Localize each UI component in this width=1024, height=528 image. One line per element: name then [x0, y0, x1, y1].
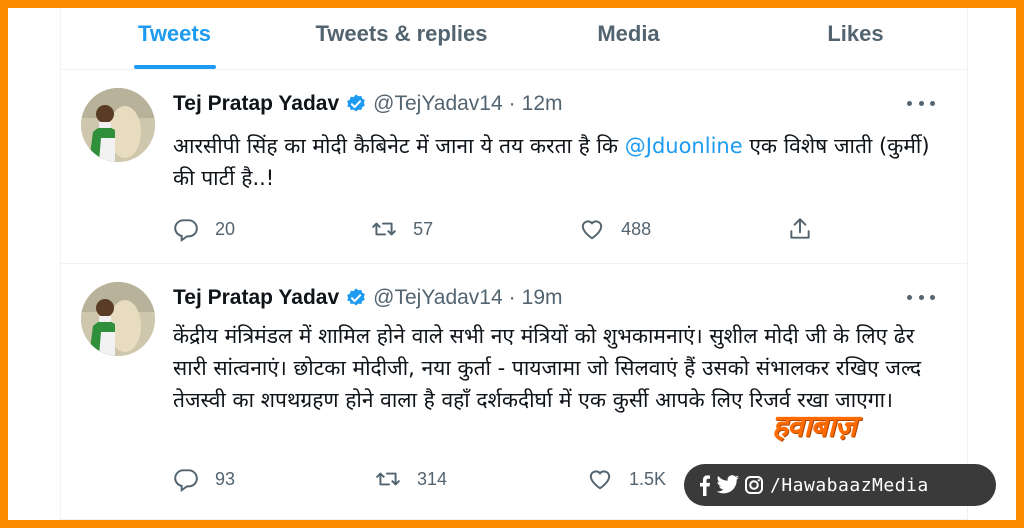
- tweet[interactable]: Tej Pratap Yadav @TejYadav14 · 12m आरसीप…: [61, 78, 969, 264]
- hawabaaz-logo: हवाबाज़: [772, 404, 857, 445]
- social-handle-text: /HawabaazMedia: [770, 474, 929, 496]
- retweet-button[interactable]: 57: [371, 216, 579, 242]
- retweet-icon: [376, 472, 400, 486]
- tab-label: Tweets: [138, 20, 211, 46]
- author-handle[interactable]: @TejYadav14: [373, 92, 503, 116]
- tweet-actions: 20 57 488: [173, 216, 813, 242]
- tab-label: Tweets & replies: [315, 20, 488, 46]
- tab-tweets[interactable]: Tweets: [61, 8, 288, 69]
- reply-icon: [174, 219, 198, 242]
- share-icon: [790, 218, 810, 239]
- tweet-header: Tej Pratap Yadav @TejYadav14 · 19m: [173, 286, 563, 310]
- retweet-count: 57: [413, 218, 434, 239]
- reply-count: 93: [215, 468, 236, 489]
- avatar[interactable]: [81, 282, 155, 356]
- mention-link[interactable]: @Jduonline: [625, 134, 743, 158]
- profile-tabs: Tweets Tweets & replies Media Likes: [61, 8, 969, 70]
- retweet-icon: [372, 222, 396, 236]
- tab-likes[interactable]: Likes: [742, 8, 969, 69]
- retweet-count: 314: [417, 468, 448, 489]
- more-icon[interactable]: [907, 292, 935, 302]
- like-count: 1.5K: [629, 468, 667, 489]
- avatar[interactable]: [81, 88, 155, 162]
- separator-dot: ·: [508, 286, 516, 309]
- reply-button[interactable]: 93: [173, 466, 375, 492]
- like-icon: [581, 220, 603, 240]
- tweet-text: आरसीपी सिंह का मोदी कैबिनेट में जाना ये …: [173, 134, 930, 190]
- share-button[interactable]: [787, 216, 813, 242]
- logo-text: हवाबाज़: [772, 409, 857, 444]
- reply-count: 20: [215, 218, 236, 239]
- author-handle[interactable]: @TejYadav14: [373, 286, 503, 310]
- more-icon[interactable]: [907, 98, 935, 108]
- tweet-text: केंद्रीय मंत्रिमंडल में शामिल होने वाले …: [173, 324, 922, 412]
- tweet-timestamp[interactable]: 19m: [522, 286, 563, 310]
- social-handle-badge: /HawabaazMedia: [684, 464, 996, 506]
- author-name[interactable]: Tej Pratap Yadav: [173, 92, 339, 116]
- tab-label: Likes: [827, 20, 884, 46]
- tweet-header: Tej Pratap Yadav @TejYadav14 · 12m: [173, 92, 563, 116]
- like-icon: [589, 470, 611, 490]
- facebook-icon: [696, 474, 712, 496]
- verified-badge-icon: [347, 288, 365, 306]
- reply-icon: [174, 469, 198, 492]
- tab-tweets-and-replies[interactable]: Tweets & replies: [288, 8, 515, 69]
- instagram-icon: [744, 475, 764, 495]
- like-count: 488: [621, 218, 652, 239]
- tab-media[interactable]: Media: [515, 8, 742, 69]
- tab-label: Media: [597, 20, 660, 46]
- active-tab-indicator: [133, 65, 216, 69]
- tweet-timestamp[interactable]: 12m: [522, 92, 563, 116]
- author-name[interactable]: Tej Pratap Yadav: [173, 286, 339, 310]
- verified-badge-icon: [347, 94, 365, 112]
- retweet-button[interactable]: 314: [375, 466, 587, 492]
- like-button[interactable]: 488: [579, 216, 787, 242]
- twitter-icon: [716, 475, 740, 495]
- separator-dot: ·: [508, 92, 516, 115]
- reply-button[interactable]: 20: [173, 216, 371, 242]
